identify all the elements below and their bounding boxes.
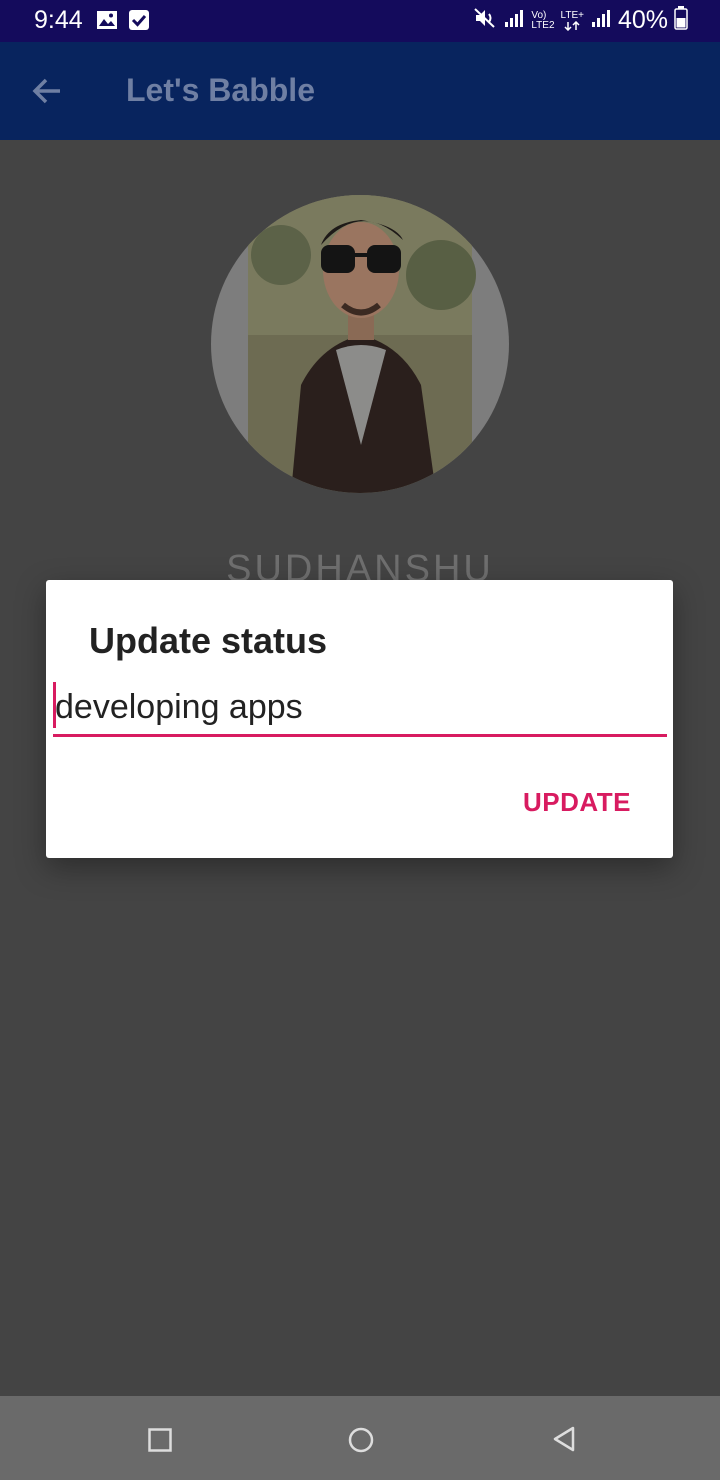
dialog-title: Update status	[89, 620, 328, 661]
update-status-dialog: Update status UPDATE	[46, 580, 673, 858]
notification-icons	[96, 9, 150, 36]
battery-percentage: 40%	[617, 6, 668, 34]
signal-icon	[503, 8, 525, 33]
update-button[interactable]: UPDATE	[523, 787, 631, 818]
navigation-bar	[0, 1396, 720, 1480]
app-bar: Let's Babble	[0, 42, 720, 140]
battery-icon	[674, 6, 688, 35]
system-status-icons: Vo) LTE2 LTE+ 40%	[473, 6, 688, 35]
mute-icon	[473, 6, 497, 35]
profile-photo	[248, 195, 476, 493]
status-bar: 9:44 Vo) LTE2 LTE+ 40%	[0, 0, 720, 42]
lte-data-label: LTE+	[561, 10, 584, 31]
status-time: 9:44	[34, 6, 83, 34]
recent-apps-icon[interactable]	[148, 1428, 172, 1457]
signal-icon-2	[590, 8, 612, 33]
volte-label: Vo) LTE2	[531, 9, 555, 31]
back-icon[interactable]	[552, 1426, 576, 1457]
status-input[interactable]	[53, 680, 667, 737]
arrow-left-icon[interactable]	[30, 74, 64, 113]
home-icon[interactable]	[348, 1427, 374, 1458]
text-cursor	[53, 682, 56, 728]
gallery-icon	[96, 9, 118, 36]
app-title: Let's Babble	[126, 72, 315, 108]
profile-avatar[interactable]	[211, 195, 509, 493]
checkbox-notification-icon	[128, 9, 150, 36]
data-arrows-icon	[564, 20, 580, 31]
